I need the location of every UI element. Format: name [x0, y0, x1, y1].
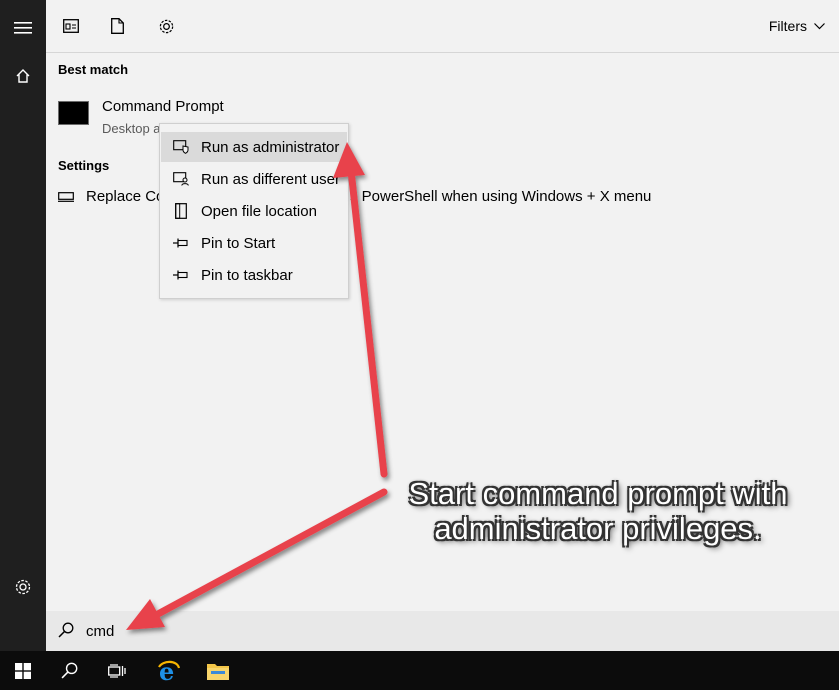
arrow-to-search	[126, 488, 388, 630]
arrow-to-menu	[333, 142, 388, 478]
annotation-arrows	[126, 142, 388, 630]
annotation-text: Start command prompt with administrator …	[398, 476, 798, 546]
annotation-line-1: Start command prompt with	[408, 476, 788, 511]
annotation-line-2: administrator privileges.	[434, 511, 762, 546]
